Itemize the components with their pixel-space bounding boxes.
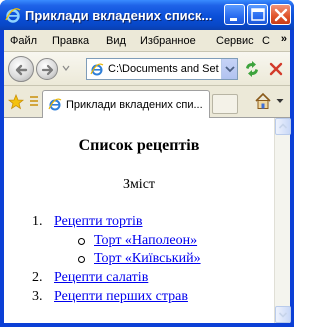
chevron-down-icon — [225, 66, 235, 73]
navigation-toolbar: C:\Documents and Set — [4, 52, 290, 86]
title-bar[interactable]: Приклади вкладених списк... — [0, 0, 294, 30]
menu-view[interactable]: Вид — [106, 34, 126, 48]
menu-file[interactable]: Файл — [10, 34, 37, 48]
back-icon — [15, 64, 28, 76]
maximize-icon — [251, 8, 265, 21]
page-content: Список рецептів Зміст 1. Рецепти тортів … — [4, 118, 274, 323]
contents-label: Зміст — [122, 177, 156, 192]
menu-overflow-chevron[interactable]: » — [281, 33, 287, 45]
back-button[interactable] — [8, 56, 34, 82]
stop-icon[interactable] — [266, 59, 286, 79]
scroll-down-button[interactable] — [275, 306, 291, 323]
address-dropdown-button[interactable] — [221, 59, 237, 79]
new-tab-button[interactable] — [212, 94, 238, 114]
window-title: Приклади вкладених списк... — [25, 8, 213, 23]
page-heading: Список рецептів — [78, 137, 200, 154]
page-icon — [48, 98, 62, 111]
list-item: Торт «Наполеон» — [94, 232, 272, 250]
menu-edit[interactable]: Правка — [52, 34, 89, 48]
link-napoleon-cake[interactable]: Торт «Наполеон» — [94, 233, 197, 248]
tab-label: Приклади вкладених спи... — [66, 99, 203, 111]
tab-active[interactable]: Приклади вкладених спи... — [42, 90, 210, 118]
menu-favorites[interactable]: Избранное — [140, 34, 196, 48]
link-first-course-recipes[interactable]: Рецепти перших страв — [54, 288, 188, 306]
link-kyiv-cake[interactable]: Торт «Київський» — [94, 251, 201, 266]
list-number: 1. — [32, 214, 43, 229]
list-item: 1. Рецепти тортів — [32, 213, 272, 231]
forward-icon — [41, 64, 54, 76]
list-item: 2. Рецепти салатів — [32, 269, 272, 287]
home-dropdown-icon[interactable] — [276, 98, 284, 104]
close-button[interactable] — [270, 4, 291, 25]
link-cake-recipes[interactable]: Рецепти тортів — [54, 213, 143, 231]
tab-bar: Приклади вкладених спи... — [4, 86, 290, 118]
close-icon — [274, 8, 288, 22]
address-value[interactable]: C:\Documents and Set — [108, 62, 222, 76]
minimize-icon — [230, 18, 237, 21]
list-item: Торт «Київський» — [94, 250, 272, 268]
history-dropdown-icon[interactable] — [62, 64, 70, 72]
menu-bar: Файл Правка Вид Избранное Сервис С » — [4, 30, 290, 52]
bullet-marker — [78, 256, 85, 263]
home-icon[interactable] — [254, 92, 272, 110]
scroll-up-button[interactable] — [275, 118, 291, 135]
list-item: 3. Рецепти перших страв — [32, 288, 272, 306]
page-icon — [90, 63, 104, 76]
chevron-up-icon — [278, 123, 288, 129]
menu-help[interactable]: С — [262, 34, 270, 48]
minimize-button[interactable] — [224, 4, 245, 25]
menu-tools[interactable]: Сервис — [216, 34, 254, 48]
bullet-marker — [78, 238, 85, 245]
window-frame-right — [290, 30, 294, 327]
list-number: 3. — [32, 289, 43, 304]
favorites-star-icon[interactable] — [8, 94, 24, 110]
link-salad-recipes[interactable]: Рецепти салатів — [54, 269, 148, 287]
window-frame-bottom — [0, 323, 294, 327]
forward-button[interactable] — [36, 58, 58, 80]
browser-window: Приклади вкладених списк... Файл Правка … — [0, 0, 294, 327]
ie-logo-icon — [5, 7, 21, 23]
add-favorite-icon[interactable] — [28, 94, 42, 110]
vertical-scrollbar[interactable] — [274, 118, 291, 323]
list-number: 2. — [32, 270, 43, 285]
address-field[interactable]: C:\Documents and Set — [86, 58, 238, 80]
chevron-down-icon — [278, 312, 288, 318]
maximize-button[interactable] — [247, 4, 268, 25]
go-icon[interactable] — [242, 59, 262, 79]
